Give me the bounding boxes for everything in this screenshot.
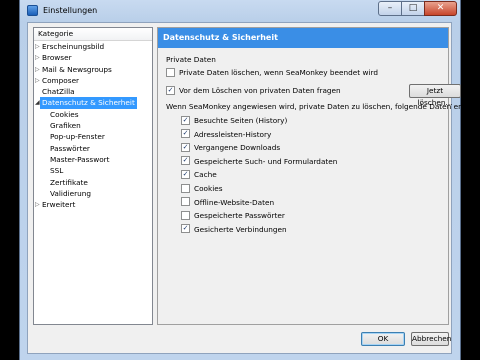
collapsed-arrow-icon[interactable]: ▷ bbox=[35, 199, 41, 210]
clear-data-item[interactable]: Adressleisten-History bbox=[181, 129, 272, 140]
clear-data-item[interactable]: Gespeicherte Passwörter bbox=[181, 210, 285, 221]
option-label: Private Daten löschen, wenn SeaMonkey be… bbox=[179, 68, 378, 77]
sidebar-item[interactable]: Grafiken bbox=[34, 120, 152, 131]
clear-data-label: Offline-Website-Daten bbox=[194, 197, 275, 207]
clear-data-checkbox[interactable] bbox=[181, 156, 190, 166]
sidebar-item[interactable]: Passwörter bbox=[34, 143, 152, 154]
category-header: Kategorie bbox=[34, 28, 152, 41]
clear-data-checkbox[interactable] bbox=[181, 169, 190, 179]
sidebar-item[interactable]: ChatZilla bbox=[34, 86, 152, 97]
title-bar[interactable]: Einstellungen – □ ✕ bbox=[20, 0, 460, 20]
clear-data-item[interactable]: Offline-Website-Daten bbox=[181, 197, 275, 208]
option-clear-on-exit[interactable]: Private Daten löschen, wenn SeaMonkey be… bbox=[166, 67, 378, 78]
clear-data-label: Gespeicherte Such- und Formulardaten bbox=[194, 156, 338, 166]
sidebar-item-label: Validierung bbox=[50, 188, 91, 198]
seamonkey-app-icon bbox=[27, 5, 38, 16]
sidebar-item-label: Passwörter bbox=[50, 143, 90, 153]
cancel-button[interactable]: Abbrechen bbox=[411, 332, 451, 346]
ok-button[interactable]: OK bbox=[361, 332, 405, 346]
dialog-content: Kategorie ▷ Erscheinungsbild ▷ Browser ▷ Mail… bbox=[27, 22, 480, 354]
clear-data-label: Cache bbox=[194, 170, 217, 180]
sidebar-item-label: Pop-up-Fenster bbox=[50, 132, 105, 142]
sidebar-item-label: Browser bbox=[42, 53, 72, 63]
option-ask-before-clear[interactable]: Vor dem Löschen von privaten Daten frage… bbox=[166, 85, 341, 96]
category-tree[interactable]: Kategorie ▷ Erscheinungsbild ▷ Browser ▷ Mail… bbox=[33, 27, 153, 325]
window-title: Einstellungen bbox=[43, 6, 98, 15]
sidebar-item[interactable]: ▷ Composer bbox=[34, 75, 152, 86]
sidebar-item[interactable]: Pop-up-Fenster bbox=[34, 131, 152, 142]
settings-panel: Datenschutz & Sicherheit Private Daten P… bbox=[157, 27, 480, 325]
sidebar-item-label: Master-Passwort bbox=[50, 154, 110, 164]
sidebar-item[interactable]: SSL bbox=[34, 165, 152, 176]
maximize-button[interactable]: □ bbox=[401, 1, 425, 16]
clear-data-checkbox[interactable] bbox=[181, 115, 190, 125]
sidebar-item-label: SSL bbox=[50, 166, 64, 176]
sidebar-item[interactable]: Master-Passwort bbox=[34, 154, 152, 165]
clear-data-label: Besuchte Seiten (History) bbox=[194, 116, 288, 125]
clear-data-item[interactable]: Gespeicherte Such- und Formulardaten bbox=[181, 156, 338, 167]
clear-data-checkbox[interactable] bbox=[181, 224, 190, 234]
clear-intro-text: Wenn SeaMonkey angewiesen wird, private … bbox=[166, 102, 480, 111]
sidebar-item-label: ChatZilla bbox=[42, 87, 75, 97]
sidebar-item-label: Erweitert bbox=[42, 200, 76, 210]
sidebar-item-label: Mail & Newsgroups bbox=[42, 64, 112, 74]
clear-data-checkbox[interactable] bbox=[181, 197, 190, 207]
sidebar-item-label: Composer bbox=[42, 75, 80, 85]
clear-data-label: Adressleisten-History bbox=[194, 129, 272, 139]
clear-data-checkbox[interactable] bbox=[181, 129, 190, 139]
group-label-private-data: Private Daten bbox=[166, 55, 216, 64]
collapsed-arrow-icon[interactable]: ▷ bbox=[35, 75, 41, 86]
sidebar-item-label: Datenschutz & Sicherheit bbox=[40, 97, 137, 109]
clear-data-checkbox[interactable] bbox=[181, 183, 190, 193]
collapsed-arrow-icon[interactable]: ▷ bbox=[35, 52, 41, 63]
sidebar-item-label: Cookies bbox=[50, 109, 79, 119]
clear-data-checkbox[interactable] bbox=[181, 210, 190, 220]
clear-data-label: Cookies bbox=[194, 184, 223, 193]
option-label: Vor dem Löschen von privaten Daten frage… bbox=[179, 86, 341, 95]
sidebar-item[interactable]: ▷ Browser bbox=[34, 52, 152, 63]
clear-data-label: Gespeicherte Passwörter bbox=[194, 211, 285, 221]
collapsed-arrow-icon[interactable]: ▷ bbox=[35, 41, 41, 52]
sidebar-item[interactable]: ▷ Erscheinungsbild bbox=[34, 41, 152, 52]
close-button[interactable]: ✕ bbox=[424, 1, 457, 16]
clear-data-item[interactable]: Cookies bbox=[181, 183, 223, 194]
sidebar-item[interactable]: ▷ Erweitert bbox=[34, 199, 152, 210]
sidebar-item-label: Grafiken bbox=[50, 121, 81, 131]
checkbox-clear-on-exit[interactable] bbox=[166, 67, 175, 77]
sidebar-item-label: Zertifikate bbox=[50, 177, 88, 187]
sidebar-item[interactable]: ▷ Mail & Newsgroups bbox=[34, 64, 152, 75]
clear-data-label: Gesicherte Verbindungen bbox=[194, 224, 287, 234]
sidebar-item[interactable]: Validierung bbox=[34, 188, 152, 199]
category-list: ▷ Erscheinungsbild ▷ Browser ▷ Mail & Newsgro… bbox=[34, 41, 152, 210]
clear-data-label: Vergangene Downloads bbox=[194, 143, 281, 153]
checkbox-ask-before-clear[interactable] bbox=[166, 85, 175, 95]
clear-now-button[interactable]: Jetzt löschen... bbox=[409, 84, 461, 107]
clear-data-item[interactable]: Vergangene Downloads bbox=[181, 142, 281, 153]
panel-title: Datenschutz & Sicherheit bbox=[158, 28, 448, 48]
clear-data-item[interactable]: Besuchte Seiten (History) bbox=[181, 115, 288, 126]
clear-data-item[interactable]: Gesicherte Verbindungen bbox=[181, 224, 287, 235]
sidebar-item[interactable]: ◢ Datenschutz & Sicherheit bbox=[34, 97, 152, 109]
collapsed-arrow-icon[interactable]: ▷ bbox=[35, 64, 41, 75]
sidebar-item[interactable]: Zertifikate bbox=[34, 177, 152, 188]
dialog-window: Einstellungen – □ ✕ Kategorie ▷ Erscheinu… bbox=[19, 0, 480, 360]
clear-data-item[interactable]: Cache bbox=[181, 169, 217, 180]
clear-data-checkbox[interactable] bbox=[181, 142, 190, 152]
sidebar-item-label: Erscheinungsbild bbox=[42, 42, 105, 51]
sidebar-item[interactable]: Cookies bbox=[34, 109, 152, 120]
minimize-button[interactable]: – bbox=[378, 1, 402, 16]
